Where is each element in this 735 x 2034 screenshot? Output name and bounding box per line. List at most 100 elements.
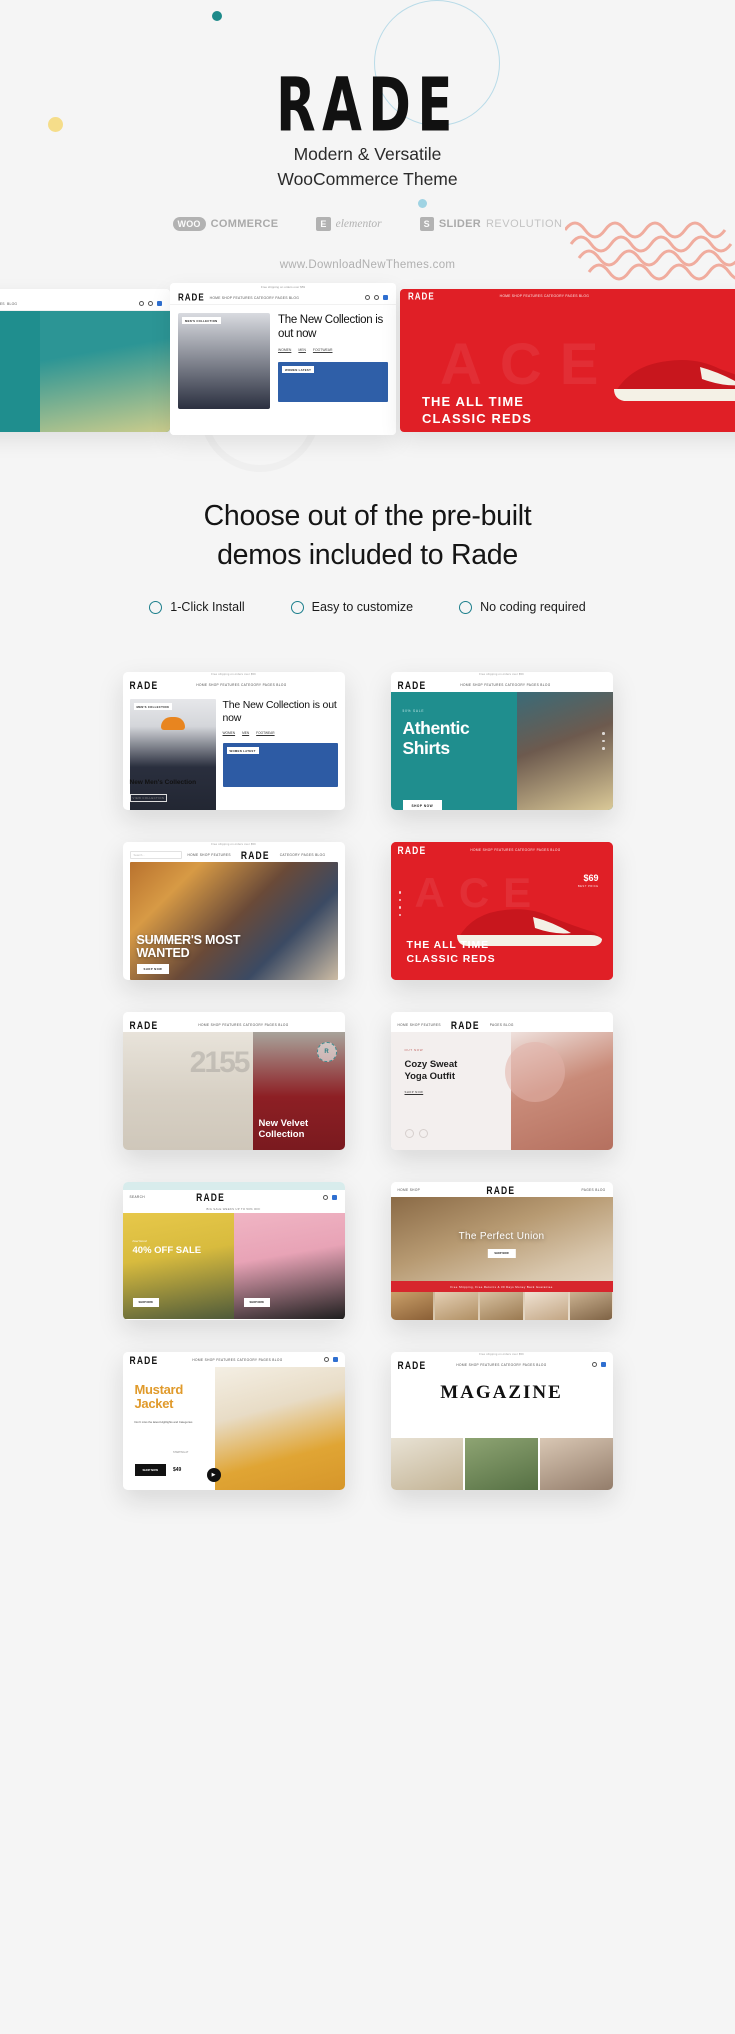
demo7-shop-now-right[interactable]: SHOP NOW xyxy=(243,1298,270,1307)
slider-label: SLIDER xyxy=(438,218,481,230)
demo7-right-photo: SHOP NOW xyxy=(233,1213,345,1319)
thumbnail[interactable] xyxy=(524,1292,568,1320)
demo5-nav: RADE HOME SHOP FEATURES CATEGORY PAGES B… xyxy=(122,1017,345,1032)
demo3-logo: RADE xyxy=(240,848,270,861)
demo3-shop-now-button[interactable]: SHOP NOW xyxy=(136,964,170,974)
hero-shot-athentic[interactable]: FEATURES CATEGORY PAGES BLOG ntics xyxy=(0,289,170,432)
demo-card-new-collection[interactable]: Free shipping on orders over $59 RADE HO… xyxy=(122,672,345,810)
hero-shot-mid-nav: RADE HOME SHOP FEATURES CATEGORY PAGES B… xyxy=(170,291,396,305)
link-women[interactable]: WOMEN xyxy=(223,731,236,735)
link-footwear[interactable]: FOOTWEAR xyxy=(256,731,274,735)
demo1-footer-sub[interactable]: VIEW COLLECTION xyxy=(129,794,168,802)
demo6-shop-now-link[interactable]: SHOP NOW xyxy=(405,1090,511,1094)
demo2-slider-dots[interactable] xyxy=(602,732,605,750)
link-women[interactable]: WOMEN xyxy=(278,348,291,352)
demo4-logo: RADE xyxy=(397,843,427,856)
hero-shot-mid-nav-icons xyxy=(365,295,388,300)
cart-icon xyxy=(332,1194,338,1200)
demo9-model-photo: ▶ xyxy=(206,1367,345,1490)
demo4-slider-dots[interactable] xyxy=(398,891,401,916)
article-tile[interactable]: Here's Everything Coming to Netflix in M… xyxy=(465,1438,538,1490)
thumbnail[interactable] xyxy=(435,1292,479,1320)
heart-icon xyxy=(148,301,153,306)
article-tile[interactable]: The Best Looks From the Fashion Week Fal… xyxy=(539,1438,613,1490)
hero-shot-right-ghost-text: ACE xyxy=(440,332,617,397)
demo6-slider-arrows[interactable] xyxy=(404,1129,428,1138)
demo5-body: 2155 R New Velvet Collection xyxy=(122,1032,345,1150)
demo6-nav: HOME SHOP FEATURES RADE PAGES BLOG xyxy=(390,1017,613,1032)
demo9-body: Mustard Jacket Don't miss the latest Hig… xyxy=(122,1367,345,1490)
hero-shot-mid-links: WOMEN MEN FOOTWEAR xyxy=(278,348,388,352)
cart-icon xyxy=(332,1357,338,1362)
page-title: RADE xyxy=(276,61,459,149)
demo9-price-label: STARTING AT xyxy=(173,1451,189,1454)
article-tile[interactable]: Inside The World of Dior's Master Perfum… xyxy=(390,1438,464,1490)
woo-mark-icon: WOO xyxy=(172,217,206,231)
demo-row-1: Free shipping on orders over $59 RADE HO… xyxy=(0,672,735,810)
hero-shot-left-nav-icons xyxy=(139,301,162,306)
hero-shot-mid-tag2: WOMEN LATEST xyxy=(282,366,315,374)
demo8-body: The Perfect Union SHOP NOW Free Shipping… xyxy=(390,1197,613,1320)
demo-card-athentic-shirts[interactable]: Free shipping on orders over $59 RADE HO… xyxy=(390,672,613,810)
link-men[interactable]: MEN xyxy=(298,348,306,352)
demo9-headline-line2: Jacket xyxy=(134,1396,174,1412)
demo2-logo: RADE xyxy=(397,678,427,691)
hero-shot-mid-topbar: Free shipping on orders over $59 xyxy=(170,283,396,291)
elementor-logo: E elementor xyxy=(316,217,382,231)
demo-card-perfect-union[interactable]: HOME SHOP RADE PAGES BLOG The Perfect Un… xyxy=(390,1182,613,1320)
hero-shot-left-nav: FEATURES CATEGORY PAGES BLOG xyxy=(0,297,170,311)
hero-shot-left-topbar xyxy=(0,289,170,297)
demo5-headline: New Velvet Collection xyxy=(259,1118,309,1140)
demo-card-cozy-sweat[interactable]: HOME SHOP FEATURES RADE PAGES BLOG OUT N… xyxy=(390,1012,613,1150)
site-url[interactable]: www.DownloadNewThemes.com xyxy=(0,259,735,271)
demo1-women-photo: WOMEN LATEST xyxy=(222,743,338,788)
lightblue-dot-decoration xyxy=(418,199,427,208)
demo-card-classic-reds[interactable]: RADE HOME SHOP FEATURES CATEGORY PAGES B… xyxy=(390,842,613,980)
circle-icon xyxy=(290,600,304,614)
demo2-shop-now-button[interactable]: SHOP NOW xyxy=(402,800,443,810)
demo5-left-photo: 2155 xyxy=(122,1032,253,1150)
demo1-nav-links: HOME SHOP FEATURES CATEGORY PAGES BLOG xyxy=(196,682,287,687)
demo-row-4: SEARCH RADE BIG SALE WEEKS UP TO 50% OFF… xyxy=(0,1182,735,1320)
badge-icon: R xyxy=(316,1042,337,1062)
demo4-nav: RADE HOME SHOP FEATURES CATEGORY PAGES B… xyxy=(390,842,613,857)
demo9-nav: RADE HOME SHOP FEATURES CATEGORY PAGES B… xyxy=(122,1352,345,1367)
demo9-nav-links: HOME SHOP FEATURES CATEGORY PAGES BLOG xyxy=(192,1357,283,1362)
demo-card-summers-most-wanted[interactable]: Free shipping on orders over $59 Search.… xyxy=(122,842,345,980)
hero-shot-new-collection[interactable]: Free shipping on orders over $59 RADE HO… xyxy=(170,283,396,435)
woocommerce-label: COMMERCE xyxy=(210,218,279,230)
demo3-headline-line2: WANTED xyxy=(136,945,190,960)
demo1-nav: RADE HOME SHOP FEATURES CATEGORY PAGES B… xyxy=(122,677,345,692)
link-men[interactable]: MEN xyxy=(242,731,249,735)
demo9-nav-icons xyxy=(323,1357,338,1362)
demo8-nav: HOME SHOP RADE PAGES BLOG xyxy=(390,1182,613,1197)
demo9-price: $49 xyxy=(173,1467,182,1473)
search-icon xyxy=(591,1362,597,1367)
section-headline: Choose out of the pre-built demos includ… xyxy=(0,497,735,576)
demo-card-magazine[interactable]: Free shipping on orders over $59 RADE HO… xyxy=(390,1352,613,1490)
hero-shot-mid-tag: MEN'S COLLECTION xyxy=(182,317,221,324)
demo-card-40-off-sale[interactable]: SEARCH RADE BIG SALE WEEKS UP TO 50% OFF… xyxy=(122,1182,345,1320)
thumbnail[interactable] xyxy=(569,1292,613,1320)
demo9-shop-now-button[interactable]: SHOP NOW xyxy=(134,1464,166,1476)
demo2-model-photo xyxy=(516,692,613,810)
demo8-shop-now-button[interactable]: SHOP NOW xyxy=(487,1249,516,1258)
hero-shot-classic-reds[interactable]: RADE HOME SHOP FEATURES CATEGORY PAGES B… xyxy=(400,289,735,432)
demo-card-new-velvet-collection[interactable]: RADE HOME SHOP FEATURES CATEGORY PAGES B… xyxy=(122,1012,345,1150)
demo7-nav-left: SEARCH xyxy=(129,1195,145,1199)
demo3-headline: SUMMER'S MOST WANTED xyxy=(136,933,241,961)
hero-shot-left-model-photo xyxy=(40,311,170,432)
play-icon[interactable]: ▶ xyxy=(206,1468,221,1482)
demo-card-mustard-jacket[interactable]: RADE HOME SHOP FEATURES CATEGORY PAGES B… xyxy=(122,1352,345,1490)
prev-arrow-icon xyxy=(404,1129,414,1138)
link-footwear[interactable]: FOOTWEAR xyxy=(313,348,333,352)
demo7-headline: 40% OFF SALE xyxy=(132,1245,202,1256)
demo6-headline-line2: Yoga Outfit xyxy=(404,1070,455,1082)
thumbnail[interactable] xyxy=(480,1292,523,1320)
thumbnail[interactable] xyxy=(390,1292,434,1320)
hero-shot-right-banner: ACE THE ALL TIME CLASSIC REDS xyxy=(400,303,735,432)
demo4-price-block: $69 BEST PRICE xyxy=(578,873,599,888)
search-input[interactable]: Search... xyxy=(129,850,182,859)
demo2-headline-line1: Athentic xyxy=(402,718,470,738)
demo7-shop-now-left[interactable]: SHOP NOW xyxy=(132,1298,159,1307)
